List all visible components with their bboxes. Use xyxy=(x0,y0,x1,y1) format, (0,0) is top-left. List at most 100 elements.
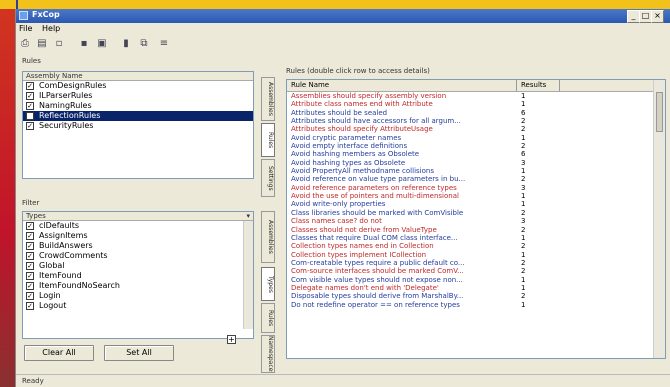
list-item[interactable]: ✓ NamingRules xyxy=(23,101,253,111)
table-row[interactable]: Delegate names don't end with 'Delegate'… xyxy=(287,284,665,292)
tab-filter-types[interactable]: Types xyxy=(261,267,275,301)
rules-group-label: Rules xyxy=(22,57,41,65)
list-item[interactable]: ✓ CrowdComments xyxy=(23,251,253,261)
table-row[interactable]: Attributes should have accessors for all… xyxy=(287,117,665,125)
menu-help[interactable]: Help xyxy=(42,24,60,33)
list-item[interactable]: ✓ ReflectionRules xyxy=(23,111,253,121)
list-item[interactable]: ✓ clDefaults xyxy=(23,221,253,231)
options-icon[interactable]: ≡ xyxy=(158,38,170,50)
list-item[interactable]: ✓ Global xyxy=(23,261,253,271)
list-item[interactable]: ✓ Login xyxy=(23,291,253,301)
list-item[interactable]: ✓ SecurityRules xyxy=(23,121,253,131)
table-row[interactable]: Class names case? do not 3 xyxy=(287,217,665,225)
filter-listbox[interactable]: Types ▾ ✓ clDefaults ✓ AssignItems ✓ BuildAns… xyxy=(22,211,254,339)
checkbox[interactable]: ✓ xyxy=(26,252,34,260)
table-row[interactable]: Disposable types should derive from Mars… xyxy=(287,292,665,300)
rule-name-cell: Classes that require Dual COM class inte… xyxy=(291,233,458,242)
table-row[interactable]: Com visible value types should not expos… xyxy=(287,276,665,284)
clear-all-button[interactable]: Clear All xyxy=(24,345,94,361)
list-item[interactable]: ✓ ComDesignRules xyxy=(23,81,253,91)
save-icon[interactable]: ▪ xyxy=(78,38,90,50)
list-item[interactable]: ✓ BuildAnswers xyxy=(23,241,253,251)
col-results[interactable]: Results xyxy=(521,81,546,89)
list-item[interactable]: ✓ ItemFound xyxy=(23,271,253,281)
checkbox[interactable]: ✓ xyxy=(26,122,34,130)
checkbox[interactable]: ✓ xyxy=(26,292,34,300)
results-scrollbar[interactable] xyxy=(653,80,665,358)
rule-name-cell: Com visible value types should not expos… xyxy=(291,275,463,284)
table-row[interactable]: Avoid PropertyAll methodname collisions 1 xyxy=(287,167,665,175)
menu-file[interactable]: File xyxy=(19,24,32,33)
table-row[interactable]: Collection types names end in Collection… xyxy=(287,242,665,250)
table-row[interactable]: Do not redefine operator == on reference… xyxy=(287,301,665,309)
result-count-cell: 2 xyxy=(521,125,526,134)
close-icon[interactable]: × xyxy=(651,10,664,23)
list-item[interactable]: ✓ ItemFoundNoSearch xyxy=(23,281,253,291)
table-row[interactable]: Avoid the use of pointers and multi-dime… xyxy=(287,192,665,200)
table-row[interactable]: Avoid hashing members as Obsolete 6 xyxy=(287,150,665,158)
table-row[interactable]: Classes that require Dual COM class inte… xyxy=(287,234,665,242)
filter-dropdown[interactable]: Types ▾ xyxy=(23,212,253,221)
checkbox[interactable]: ✓ xyxy=(26,222,34,230)
tab-settings[interactable]: Settings xyxy=(261,159,275,197)
tab-filter-assemblies[interactable]: Assemblies xyxy=(261,211,275,263)
col-rule-name[interactable]: Rule Name xyxy=(291,81,329,89)
rules-listbox[interactable]: Assembly Name ✓ ComDesignRules ✓ ILParserRu… xyxy=(22,71,254,179)
table-row[interactable]: Attribute class names end with Attribute… xyxy=(287,100,665,108)
result-count-cell: 1 xyxy=(521,192,526,201)
filter-scrollbar[interactable] xyxy=(243,221,253,329)
analyze-icon[interactable]: ▮ xyxy=(120,38,132,50)
tab-filter-namespaces[interactable]: Namespaces xyxy=(261,335,275,373)
rule-name-cell: Avoid write-only properties xyxy=(291,200,386,209)
result-count-cell: 2 xyxy=(521,292,526,301)
new-project-icon[interactable]: ⎙ xyxy=(19,38,31,50)
table-row[interactable]: Avoid reference on value type parameters… xyxy=(287,175,665,183)
rule-name-cell: Avoid hashing types as Obsolete xyxy=(291,158,406,167)
rule-name-cell: Attributes should have accessors for all… xyxy=(291,117,461,126)
open-icon[interactable]: ▤ xyxy=(36,38,48,50)
table-row[interactable]: Attributes should specify AttributeUsage… xyxy=(287,125,665,133)
list-item[interactable]: ✓ ILParserRules xyxy=(23,91,253,101)
checkbox[interactable]: ✓ xyxy=(26,272,34,280)
table-row[interactable]: Attributes should be sealed 6 xyxy=(287,109,665,117)
filter-dropdown-value: Types xyxy=(26,212,46,220)
chevron-down-icon[interactable]: ▾ xyxy=(246,212,250,220)
checkbox[interactable]: ✓ xyxy=(26,102,34,110)
table-row[interactable]: Assemblies should specify assembly versi… xyxy=(287,92,665,100)
save-as-icon[interactable]: ▣ xyxy=(96,38,108,50)
list-item-label: ReflectionRules xyxy=(39,111,101,120)
checkbox[interactable]: ✓ xyxy=(26,242,34,250)
checkbox[interactable]: ✓ xyxy=(26,282,34,290)
table-row[interactable]: Com-creatable types require a public def… xyxy=(287,259,665,267)
rule-name-cell: Avoid reference on value type parameters… xyxy=(291,175,466,184)
copy-icon[interactable]: ⧉ xyxy=(138,38,150,50)
table-row[interactable]: Avoid empty interface definitions 2 xyxy=(287,142,665,150)
checkbox[interactable]: ✓ xyxy=(26,82,34,90)
results-grid[interactable]: Rule Name Results Assemblies should spec… xyxy=(286,79,666,359)
set-all-button[interactable]: Set All xyxy=(104,345,174,361)
table-row[interactable]: Avoid write-only properties 1 xyxy=(287,200,665,208)
checkbox[interactable]: ✓ xyxy=(26,302,34,310)
result-count-cell: 3 xyxy=(521,183,526,192)
table-row[interactable]: Avoid reference parameters on reference … xyxy=(287,184,665,192)
checkbox[interactable]: ✓ xyxy=(26,92,34,100)
main-window: FxCop _ □ × File Help ⎙ ▤ ▫ ▪ ▣ ▮ ⧉ ≡ Ru… xyxy=(15,9,670,387)
rule-name-cell: Class libraries should be marked with Co… xyxy=(291,208,464,217)
tab-filter-rules[interactable]: Rules xyxy=(261,303,275,333)
list-item[interactable]: ✓ AssignItems xyxy=(23,231,253,241)
rule-name-cell: Collection types names end in Collection xyxy=(291,242,434,251)
table-row[interactable]: Avoid cryptic parameter names 1 xyxy=(287,134,665,142)
table-row[interactable]: Collection types implement ICollection 1 xyxy=(287,251,665,259)
table-row[interactable]: Classes should not derive from ValueType… xyxy=(287,226,665,234)
table-row[interactable]: Class libraries should be marked with Co… xyxy=(287,209,665,217)
table-row[interactable]: Com-source interfaces should be marked C… xyxy=(287,267,665,275)
table-row[interactable]: Avoid hashing types as Obsolete 3 xyxy=(287,159,665,167)
checkbox[interactable]: ✓ xyxy=(26,262,34,270)
tab-rules[interactable]: Rules xyxy=(261,123,275,157)
checkbox[interactable]: ✓ xyxy=(26,112,34,120)
tab-assemblies[interactable]: Assemblies xyxy=(261,77,275,121)
expand-icon[interactable]: + xyxy=(227,335,236,344)
add-icon[interactable]: ▫ xyxy=(53,38,65,50)
list-item[interactable]: ✓ Logout xyxy=(23,301,253,311)
checkbox[interactable]: ✓ xyxy=(26,232,34,240)
